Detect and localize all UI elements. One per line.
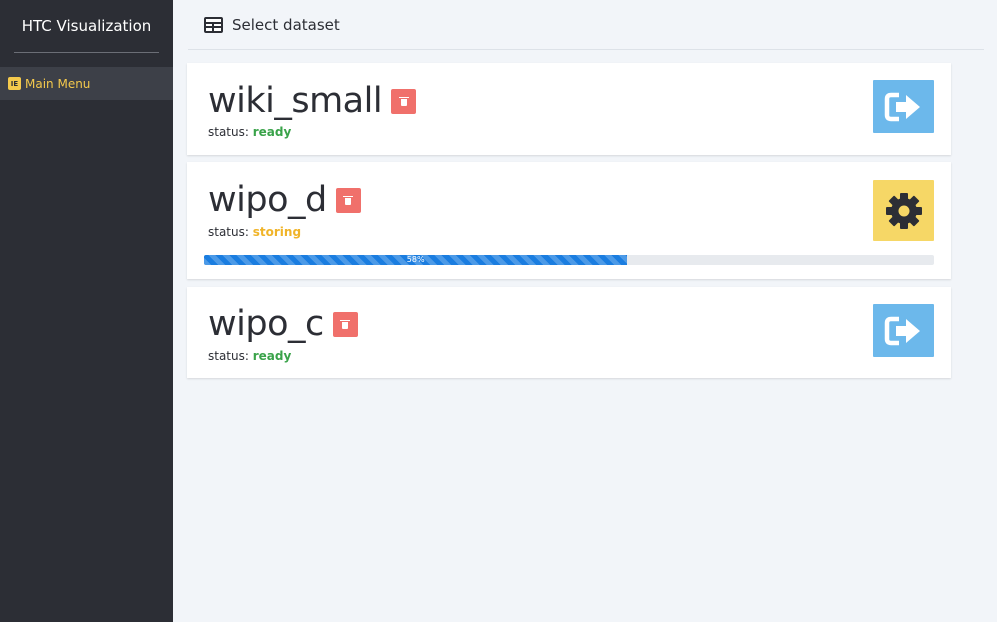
page-header: Select dataset: [188, 0, 984, 50]
open-dataset-button[interactable]: [873, 304, 934, 357]
settings-button[interactable]: [873, 180, 934, 241]
menu-icon: IE: [8, 77, 21, 90]
status-value: ready: [252, 125, 292, 139]
delete-dataset-button[interactable]: [332, 311, 358, 337]
page-title: Select dataset: [232, 15, 340, 34]
trash-icon: [343, 195, 354, 205]
dataset-status: status: ready: [208, 349, 291, 363]
dataset-title-row: wipo_c: [208, 304, 358, 344]
sidebar-item-label: Main Menu: [25, 76, 91, 91]
sidebar: HTC Visualization IE Main Menu: [0, 0, 173, 622]
menu-icon-glyph: IE: [10, 79, 19, 88]
dataset-name: wipo_c: [208, 304, 324, 344]
app-title: HTC Visualization: [21, 17, 152, 35]
dataset-title-row: wiki_small: [208, 81, 417, 121]
status-label: status:: [208, 125, 249, 139]
status-label: status:: [208, 225, 249, 239]
dataset-card: wiki_small status: ready: [187, 63, 951, 155]
dataset-status: status: ready: [208, 125, 291, 139]
progress-bar: 58%: [204, 255, 934, 265]
dataset-name: wipo_d: [208, 180, 327, 220]
open-dataset-button[interactable]: [873, 80, 934, 133]
gear-icon: [885, 192, 922, 229]
dataset-title-row: wipo_d: [208, 180, 361, 220]
status-label: status:: [208, 349, 249, 363]
trash-icon: [340, 319, 351, 329]
sidebar-divider: [14, 52, 159, 53]
status-value: storing: [252, 225, 302, 239]
dataset-card: wipo_c status: ready: [187, 287, 951, 378]
dataset-status: status: storing: [208, 225, 301, 239]
delete-dataset-button[interactable]: [391, 88, 417, 114]
dataset-card: wipo_d status: storing 58%: [187, 162, 951, 279]
open-icon: [884, 92, 920, 121]
delete-dataset-button[interactable]: [335, 187, 361, 213]
progress-text: 58%: [406, 255, 425, 264]
status-value: ready: [252, 349, 292, 363]
dataset-name: wiki_small: [208, 81, 383, 121]
trash-icon: [398, 96, 409, 106]
sidebar-item-main-menu[interactable]: IE Main Menu: [0, 67, 173, 100]
table-icon: [204, 16, 223, 33]
open-icon: [884, 316, 920, 345]
